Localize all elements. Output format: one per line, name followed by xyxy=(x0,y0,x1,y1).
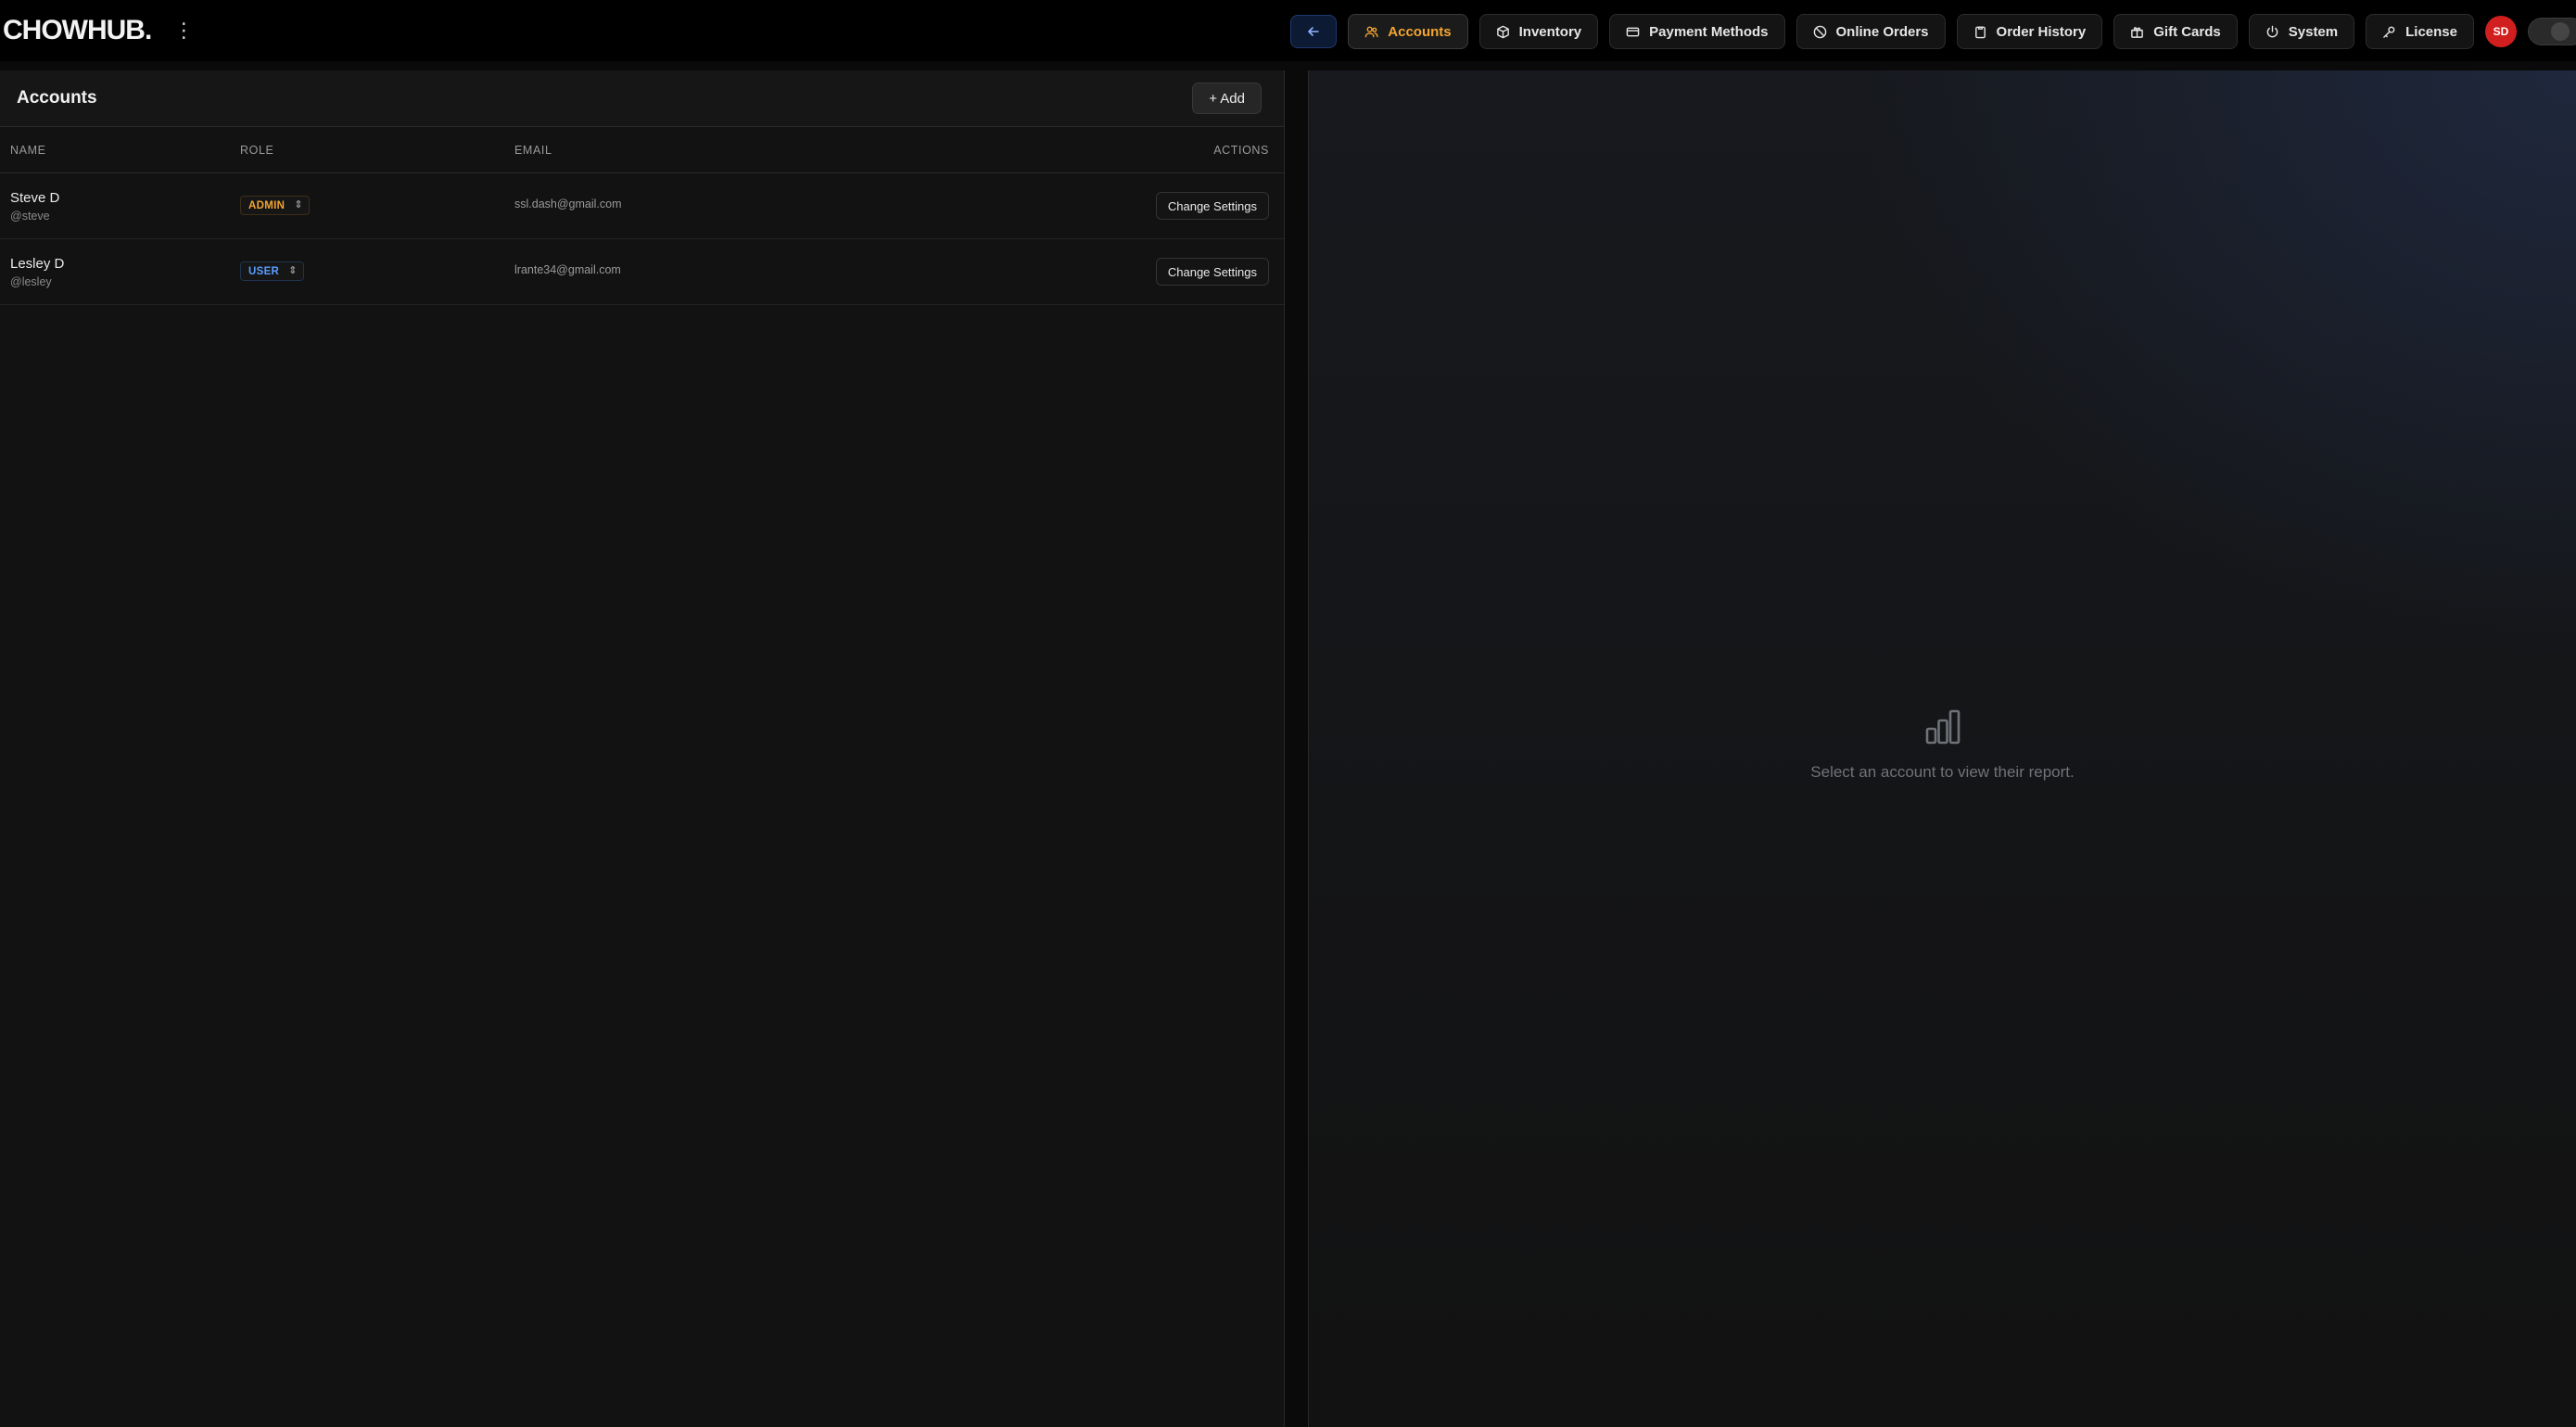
column-role: ROLE xyxy=(240,143,274,157)
nav-order-history-button[interactable]: Order History xyxy=(1956,14,2103,49)
brand-logo[interactable]: CHOWHUB. xyxy=(3,15,152,46)
account-name: Steve D xyxy=(10,190,60,206)
account-username: @lesley xyxy=(10,275,52,288)
add-account-button[interactable]: + Add xyxy=(1192,83,1262,114)
nav-online-orders-label: Online Orders xyxy=(1835,23,1929,40)
role-value: USER xyxy=(248,265,280,277)
nav-payment-methods-button[interactable]: Payment Methods xyxy=(1609,14,1785,49)
role-value: ADMIN xyxy=(248,199,286,211)
more-menu-icon[interactable]: ⋮ xyxy=(173,20,194,41)
nav-inventory-button[interactable]: Inventory xyxy=(1478,14,1599,49)
gift-icon xyxy=(2131,26,2144,38)
nav-inventory-label: Inventory xyxy=(1518,23,1582,40)
top-bar: CHOWHUB. ⋮ Accounts Inventory Payment Me… xyxy=(0,0,2576,61)
role-select[interactable]: USER ⇕ xyxy=(240,261,304,281)
account-email: lrante34@gmail.com xyxy=(514,263,621,276)
nav-gift-cards-label: Gift Cards xyxy=(2153,23,2221,40)
moon-icon xyxy=(2551,22,2570,41)
arrow-left-icon xyxy=(1308,27,1320,36)
change-settings-button[interactable]: Change Settings xyxy=(1155,258,1269,286)
theme-toggle[interactable] xyxy=(2528,18,2576,45)
nav-accounts-button[interactable]: Accounts xyxy=(1348,14,1468,49)
nav-license-label: License xyxy=(2405,23,2457,40)
change-settings-button[interactable]: Change Settings xyxy=(1155,192,1269,220)
column-name: NAME xyxy=(10,143,46,157)
account-username: @steve xyxy=(10,210,50,223)
column-actions: ACTIONS xyxy=(1213,143,1269,157)
clipboard-icon xyxy=(1974,26,1986,38)
back-button[interactable] xyxy=(1290,15,1338,48)
account-name: Lesley D xyxy=(10,256,65,272)
column-email: EMAIL xyxy=(514,143,552,157)
role-select[interactable]: ADMIN ⇕ xyxy=(240,196,310,215)
box-icon xyxy=(1496,25,1509,38)
table-row[interactable]: Lesley D @lesley USER ⇕ lrante34@gmail.c… xyxy=(0,239,1284,305)
accounts-panel: Accounts + Add NAME ROLE EMAIL ACTIONS S… xyxy=(0,70,1285,1427)
chevron-up-down-icon: ⇕ xyxy=(288,265,298,276)
key-icon xyxy=(2383,26,2395,38)
nav-gift-cards-button[interactable]: Gift Cards xyxy=(2113,14,2238,49)
main-nav: Accounts Inventory Payment Methods Onlin… xyxy=(1290,14,2576,49)
account-email: ssl.dash@gmail.com xyxy=(514,197,622,210)
globe-icon xyxy=(1813,25,1826,38)
nav-license-button[interactable]: License xyxy=(2366,14,2474,49)
report-empty-text: Select an account to view their report. xyxy=(1810,763,2075,781)
bar-chart-icon xyxy=(1925,709,1960,745)
accounts-title: Accounts xyxy=(17,88,97,108)
nav-accounts-label: Accounts xyxy=(1388,23,1452,40)
users-icon xyxy=(1364,26,1378,37)
nav-online-orders-button[interactable]: Online Orders xyxy=(1796,14,1946,49)
user-avatar[interactable]: SD xyxy=(2485,16,2517,47)
power-icon xyxy=(2266,25,2278,37)
nav-order-history-label: Order History xyxy=(1996,23,2087,40)
nav-system-button[interactable]: System xyxy=(2248,14,2355,49)
nav-payment-methods-label: Payment Methods xyxy=(1649,23,1769,40)
nav-system-label: System xyxy=(2288,23,2339,40)
report-panel: Select an account to view their report. xyxy=(1308,70,2576,1427)
accounts-header: Accounts + Add xyxy=(0,70,1284,127)
table-header: NAME ROLE EMAIL ACTIONS xyxy=(0,127,1284,173)
table-row[interactable]: Steve D @steve ADMIN ⇕ ssl.dash@gmail.co… xyxy=(0,173,1284,239)
report-empty-state: Select an account to view their report. xyxy=(1309,707,2576,782)
credit-card-icon xyxy=(1626,27,1640,36)
chevron-up-down-icon: ⇕ xyxy=(294,199,303,210)
